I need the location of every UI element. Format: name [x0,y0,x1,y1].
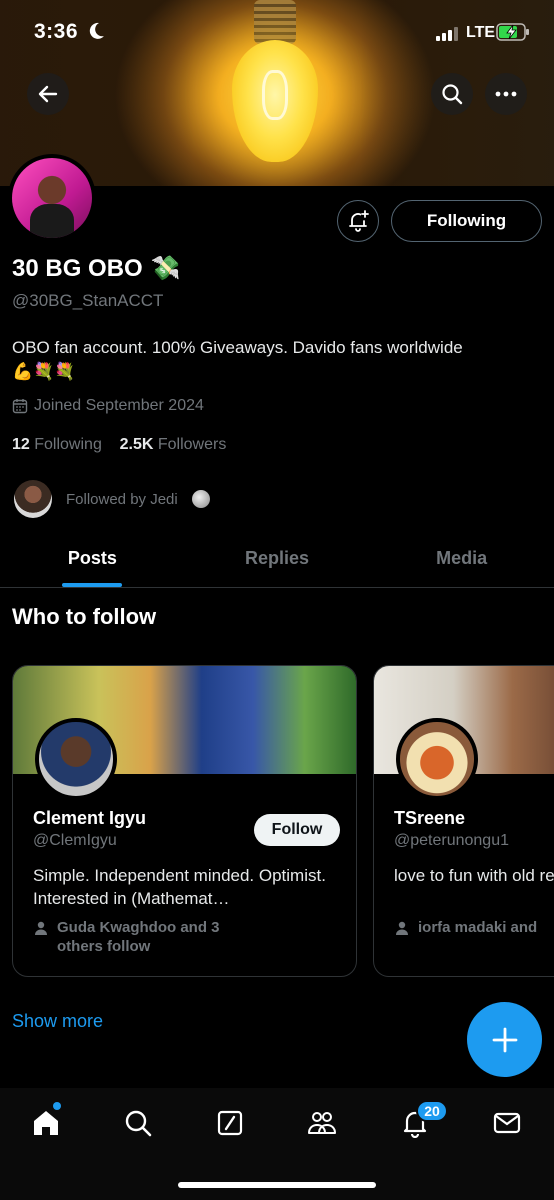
person-icon [35,921,47,935]
status-time: 3:36 [34,20,79,43]
search-button[interactable] [431,73,473,115]
moon-icon [89,22,104,39]
more-options-button[interactable] [485,73,527,115]
signal-icon [436,27,460,41]
nav-messages[interactable] [490,1106,524,1140]
calendar-icon [12,399,28,414]
active-tab-indicator [62,583,123,587]
compose-post-button[interactable] [467,1002,542,1077]
notifications-badge: 20 [416,1100,448,1122]
moon-emoji [191,490,210,508]
card-followed-by: Guda Kwaghdoo and 3 others follow [33,918,247,956]
nav-home[interactable] [29,1106,63,1140]
profile-name: 30 BG OBO [12,254,143,282]
avatar-image [12,158,92,238]
nav-grok[interactable] [213,1106,247,1140]
card-name: TSreene [394,808,466,828]
followers-count: 2.5K [119,436,154,453]
search-icon [442,84,463,105]
card-handle: @peterunongu1 [394,832,509,849]
status-bar: 3:36 LTE [0,0,554,64]
following-count: 12 [12,436,30,453]
back-button[interactable] [27,73,69,115]
suggestion-card[interactable]: TSreene @peterunongu1 love to fun with o… [373,665,554,977]
bell-plus-icon [349,210,369,232]
card-name: Clement Igyu [33,808,147,828]
followed-by-text: Followed by Jedi [66,490,178,508]
home-indicator-bar[interactable] [178,1182,376,1188]
profile-bio: OBO fan account. 100% Giveaways. Davido … [12,336,542,384]
show-more-link[interactable]: Show more [12,1011,103,1032]
notifications-toggle-button[interactable] [337,200,379,242]
battery-charging-icon [496,23,529,41]
followed-by-row[interactable]: Followed by Jedi [14,480,210,518]
card-avatar[interactable] [35,718,117,800]
follow-button[interactable]: Follow [254,814,340,846]
profile-handle: @30BG_StanACCT [12,291,164,310]
search-icon [125,1110,152,1137]
person-icon [396,921,408,935]
arrow-left-icon [38,85,58,103]
communities-icon [308,1112,336,1134]
bio-emojis: 💪💐💐 [12,362,76,381]
card-handle: @ClemIgyu [33,832,117,849]
follow-counts: 12 Following 2.5K Followers [12,436,226,454]
following-button[interactable]: Following [391,200,542,242]
suggestion-card[interactable]: Clement Igyu @ClemIgyu Follow Simple. In… [12,665,357,977]
grok-icon [217,1110,243,1136]
card-avatar[interactable] [396,718,478,800]
money-wings-emoji: 💸 [150,255,181,282]
network-label: LTE [466,24,496,41]
follower-avatar [14,480,52,518]
home-icon [34,1111,58,1135]
tab-replies[interactable]: Replies [185,530,370,587]
card-bio: Simple. Independent minded. Optimist. In… [33,866,326,908]
followers-count-link[interactable]: 2.5K Followers [120,436,227,453]
profile-avatar[interactable] [8,154,96,242]
bulb-filament [262,70,288,120]
tab-media[interactable]: Media [369,530,554,587]
nav-search[interactable] [121,1106,155,1140]
card-followed-by: iorfa madaki and [394,918,554,937]
plus-icon [492,1027,517,1052]
following-count-link[interactable]: 12 Following [12,436,102,453]
profile-name-row: 30 BG OBO 💸 [12,254,181,283]
mail-icon [493,1112,521,1134]
joined-text: Joined September 2024 [34,397,204,414]
joined-date: Joined September 2024 [12,397,204,415]
card-bio: love to fun with old reach me is below [394,866,554,885]
tab-posts[interactable]: Posts [0,530,185,587]
profile-tabs: Posts Replies Media [0,530,554,588]
nav-communities[interactable] [305,1106,339,1140]
who-to-follow-heading: Who to follow [12,604,157,629]
bio-text: OBO fan account. 100% Giveaways. Davido … [12,338,463,357]
more-horizontal-icon [495,91,517,97]
